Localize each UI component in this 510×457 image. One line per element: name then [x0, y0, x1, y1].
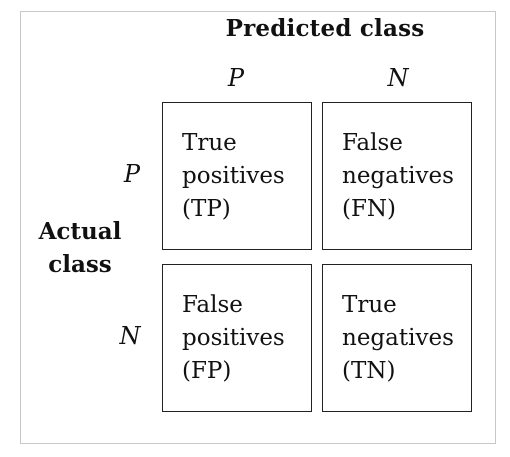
actual-class-title-line-2: class [48, 251, 112, 278]
cell-tn-line-1: True [342, 292, 397, 318]
cell-tp-line-1: True [182, 130, 237, 156]
cell-tp-line-3: (TP) [182, 196, 231, 222]
actual-class-title-line-1: Actual [38, 218, 122, 245]
cell-false-negatives: False negatives (FN) [322, 102, 472, 250]
cell-fp-line-2: positives [182, 325, 285, 351]
cell-tn-line-2: negatives [342, 325, 454, 351]
cell-fp-line-1: False [182, 292, 243, 318]
cell-fn-line-3: (FN) [342, 196, 397, 222]
predicted-class-title: Predicted class [225, 15, 425, 42]
cell-fn-line-2: negatives [342, 163, 454, 189]
cell-true-negatives: True negatives (TN) [322, 264, 472, 412]
cell-fp-line-3: (FP) [182, 358, 232, 384]
row-label-positive: P [123, 160, 141, 188]
row-label-negative: N [119, 322, 141, 350]
column-label-negative: N [387, 64, 409, 92]
cell-false-positives: False positives (FP) [162, 264, 312, 412]
cell-fn-line-1: False [342, 130, 403, 156]
cell-tn-line-3: (TN) [342, 358, 396, 384]
actual-class-title: Actual class [28, 215, 132, 281]
column-label-positive: P [227, 64, 245, 92]
cell-true-positives: True positives (TP) [162, 102, 312, 250]
cell-tp-line-2: positives [182, 163, 285, 189]
